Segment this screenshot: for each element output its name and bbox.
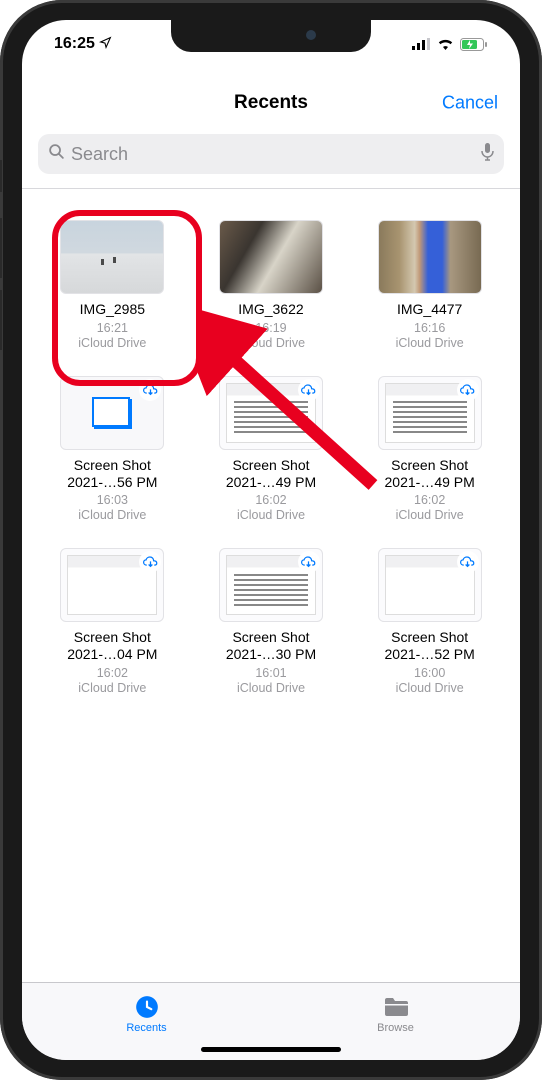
file-item[interactable]: Screen Shot 2021-…56 PM 16:03iCloud Drive	[40, 376, 185, 541]
battery-icon	[460, 38, 488, 51]
file-time: 16:01	[255, 666, 286, 680]
status-bar: 16:25	[22, 20, 520, 68]
cloud-download-icon	[298, 551, 320, 573]
file-thumbnail	[60, 548, 164, 622]
status-time: 16:25	[54, 35, 95, 53]
file-name: Screen Shot 2021-…56 PM	[47, 457, 177, 491]
file-location: iCloud Drive	[237, 508, 305, 522]
file-thumbnail	[378, 376, 482, 450]
file-item[interactable]: Screen Shot 2021-…49 PM 16:02iCloud Drive	[199, 376, 344, 541]
file-location: iCloud Drive	[396, 336, 464, 350]
wifi-icon	[437, 38, 454, 50]
cloud-download-icon	[139, 551, 161, 573]
file-location: iCloud Drive	[396, 681, 464, 695]
file-thumbnail	[219, 220, 323, 294]
file-time: 16:03	[97, 493, 128, 507]
file-item[interactable]: Screen Shot 2021-…52 PM 16:00iCloud Drive	[357, 548, 502, 713]
search-icon	[48, 143, 65, 165]
file-location: iCloud Drive	[237, 336, 305, 350]
cloud-download-icon	[457, 379, 479, 401]
file-name: IMG_4477	[397, 301, 462, 318]
cloud-download-icon	[298, 379, 320, 401]
file-grid: IMG_298516:21iCloud DriveIMG_362216:19iC…	[22, 220, 520, 998]
file-name: Screen Shot 2021-…30 PM	[206, 629, 336, 663]
file-item[interactable]: IMG_3622 16:19iCloud Drive	[199, 220, 344, 368]
page-title: Recents	[234, 92, 308, 114]
tab-bar: Recents Browse	[22, 982, 520, 1060]
file-name: Screen Shot 2021-…49 PM	[206, 457, 336, 491]
file-thumbnail	[378, 220, 482, 294]
cloud-download-icon	[457, 551, 479, 573]
file-item[interactable]: IMG_4477 16:16iCloud Drive	[357, 220, 502, 368]
screen: 16:25 Recents Cancel	[22, 20, 520, 1060]
tab-browse[interactable]: Browse	[271, 983, 520, 1044]
file-time: 16:00	[414, 666, 445, 680]
phone-frame: 16:25 Recents Cancel	[0, 0, 542, 1080]
file-time: 16:02	[414, 493, 445, 507]
file-name: Screen Shot 2021-…52 PM	[365, 629, 495, 663]
clock-icon	[134, 994, 160, 1020]
file-name: IMG_3622	[238, 301, 303, 318]
file-item[interactable]: Screen Shot 2021-…49 PM 16:02iCloud Drive	[357, 376, 502, 541]
tab-recents[interactable]: Recents	[22, 983, 271, 1044]
file-name: IMG_2985	[80, 301, 145, 318]
file-location: iCloud Drive	[237, 681, 305, 695]
signal-icon	[412, 38, 431, 50]
file-location: iCloud Drive	[78, 336, 146, 350]
search-input[interactable]	[71, 144, 481, 165]
file-time: 16:02	[97, 666, 128, 680]
file-location: iCloud Drive	[78, 681, 146, 695]
home-indicator[interactable]	[201, 1047, 341, 1052]
file-location: iCloud Drive	[396, 508, 464, 522]
file-thumbnail	[60, 220, 164, 294]
tab-browse-label: Browse	[377, 1022, 414, 1034]
file-thumbnail	[378, 548, 482, 622]
file-item[interactable]: Screen Shot 2021-…04 PM 16:02iCloud Drive	[40, 548, 185, 713]
file-thumbnail	[60, 376, 164, 450]
file-location: iCloud Drive	[78, 508, 146, 522]
file-name: Screen Shot 2021-…04 PM	[47, 629, 177, 663]
cloud-download-icon	[139, 379, 161, 401]
cancel-button[interactable]: Cancel	[442, 92, 498, 113]
file-time: 16:16	[414, 321, 445, 335]
file-item[interactable]: IMG_2985 16:21iCloud Drive	[40, 220, 185, 368]
folder-icon	[383, 994, 409, 1020]
file-thumbnail	[219, 548, 323, 622]
tab-recents-label: Recents	[126, 1022, 166, 1034]
search-bar[interactable]	[38, 134, 504, 174]
file-item[interactable]: Screen Shot 2021-…30 PM 16:01iCloud Drive	[199, 548, 344, 713]
file-thumbnail	[219, 376, 323, 450]
file-name: Screen Shot 2021-…49 PM	[365, 457, 495, 491]
volume-down	[0, 290, 2, 350]
location-arrow-icon	[99, 36, 112, 52]
silence-switch	[0, 160, 2, 192]
mic-icon[interactable]	[481, 143, 494, 166]
file-time: 16:19	[255, 321, 286, 335]
file-time: 16:02	[255, 493, 286, 507]
file-time: 16:21	[97, 321, 128, 335]
volume-up	[0, 218, 2, 278]
nav-header: Recents Cancel	[22, 76, 520, 130]
divider	[22, 188, 520, 189]
